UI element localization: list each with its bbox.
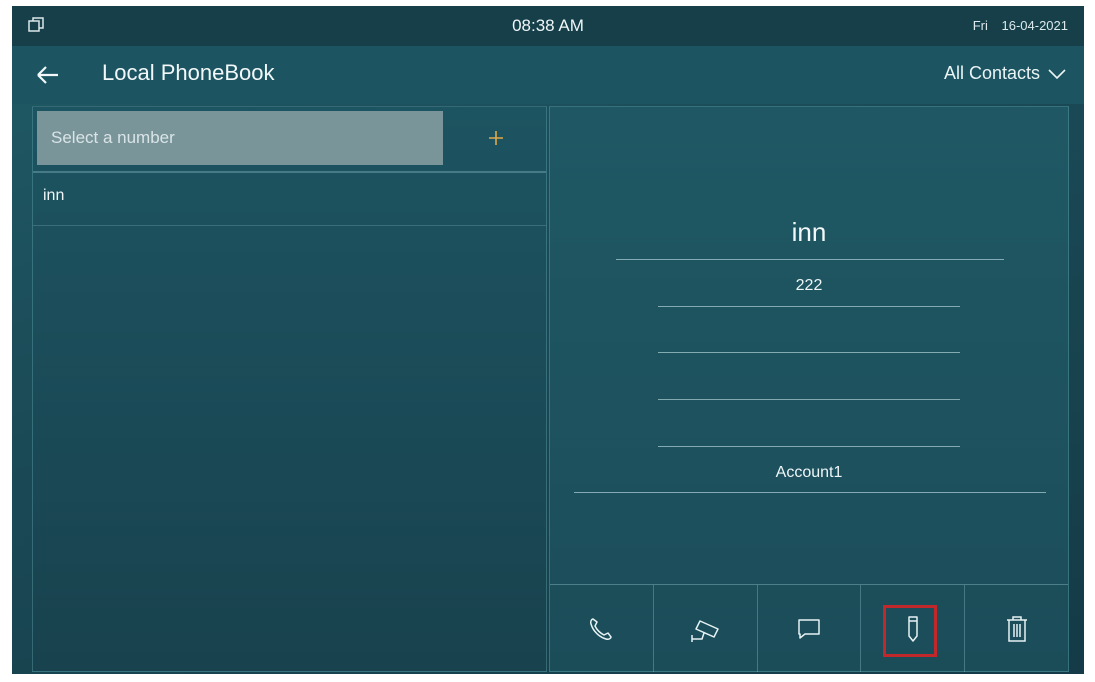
field-underline-2 <box>658 352 960 353</box>
contact-detail-account: Account1 <box>775 464 843 481</box>
device-screen: 08:38 AM Fri 16-04-2021 Local PhoneBook … <box>12 6 1084 674</box>
list-item[interactable]: inn <box>33 173 546 226</box>
contacts-filter-dropdown[interactable]: All Contacts <box>944 63 1066 84</box>
contact-name: inn <box>43 187 65 204</box>
page-title: Local PhoneBook <box>102 60 275 85</box>
account-underline <box>574 492 1046 493</box>
status-date: Fri 16-04-2021 <box>963 18 1068 33</box>
field-underline-4 <box>658 446 960 447</box>
message-icon <box>798 618 820 639</box>
message-button[interactable] <box>756 585 861 672</box>
status-date-value: 16-04-2021 <box>1001 18 1069 33</box>
field-underline-3 <box>658 399 960 400</box>
contact-list-panel: inn <box>32 106 547 672</box>
number-underline <box>658 306 960 307</box>
back-arrow-icon[interactable] <box>34 62 62 88</box>
phone-icon <box>590 617 613 640</box>
call-button[interactable] <box>550 585 653 672</box>
search-input[interactable] <box>37 111 443 165</box>
plus-icon <box>489 131 503 145</box>
status-bar: 08:38 AM Fri 16-04-2021 <box>12 6 1084 46</box>
status-day: Fri <box>972 18 988 33</box>
trash-icon <box>1006 615 1027 642</box>
title-bar: Local PhoneBook All Contacts <box>12 46 1084 104</box>
name-underline <box>616 259 1004 260</box>
contact-detail-panel: inn 222 Account1 <box>549 106 1069 672</box>
add-contact-button[interactable] <box>451 111 541 165</box>
edit-icon <box>908 615 918 642</box>
contact-detail-number: 222 <box>795 277 823 294</box>
search-field[interactable] <box>37 111 443 165</box>
status-time: 08:38 AM <box>512 16 584 35</box>
camera-icon <box>691 619 719 642</box>
delete-button[interactable] <box>964 585 1068 672</box>
contact-action-bar <box>550 584 1068 672</box>
monitor-button[interactable] <box>652 585 757 672</box>
contacts-filter-label: All Contacts <box>943 63 1040 83</box>
chevron-down-icon <box>1048 68 1066 79</box>
contact-detail-name: inn <box>791 217 827 247</box>
edit-button[interactable] <box>860 585 964 672</box>
